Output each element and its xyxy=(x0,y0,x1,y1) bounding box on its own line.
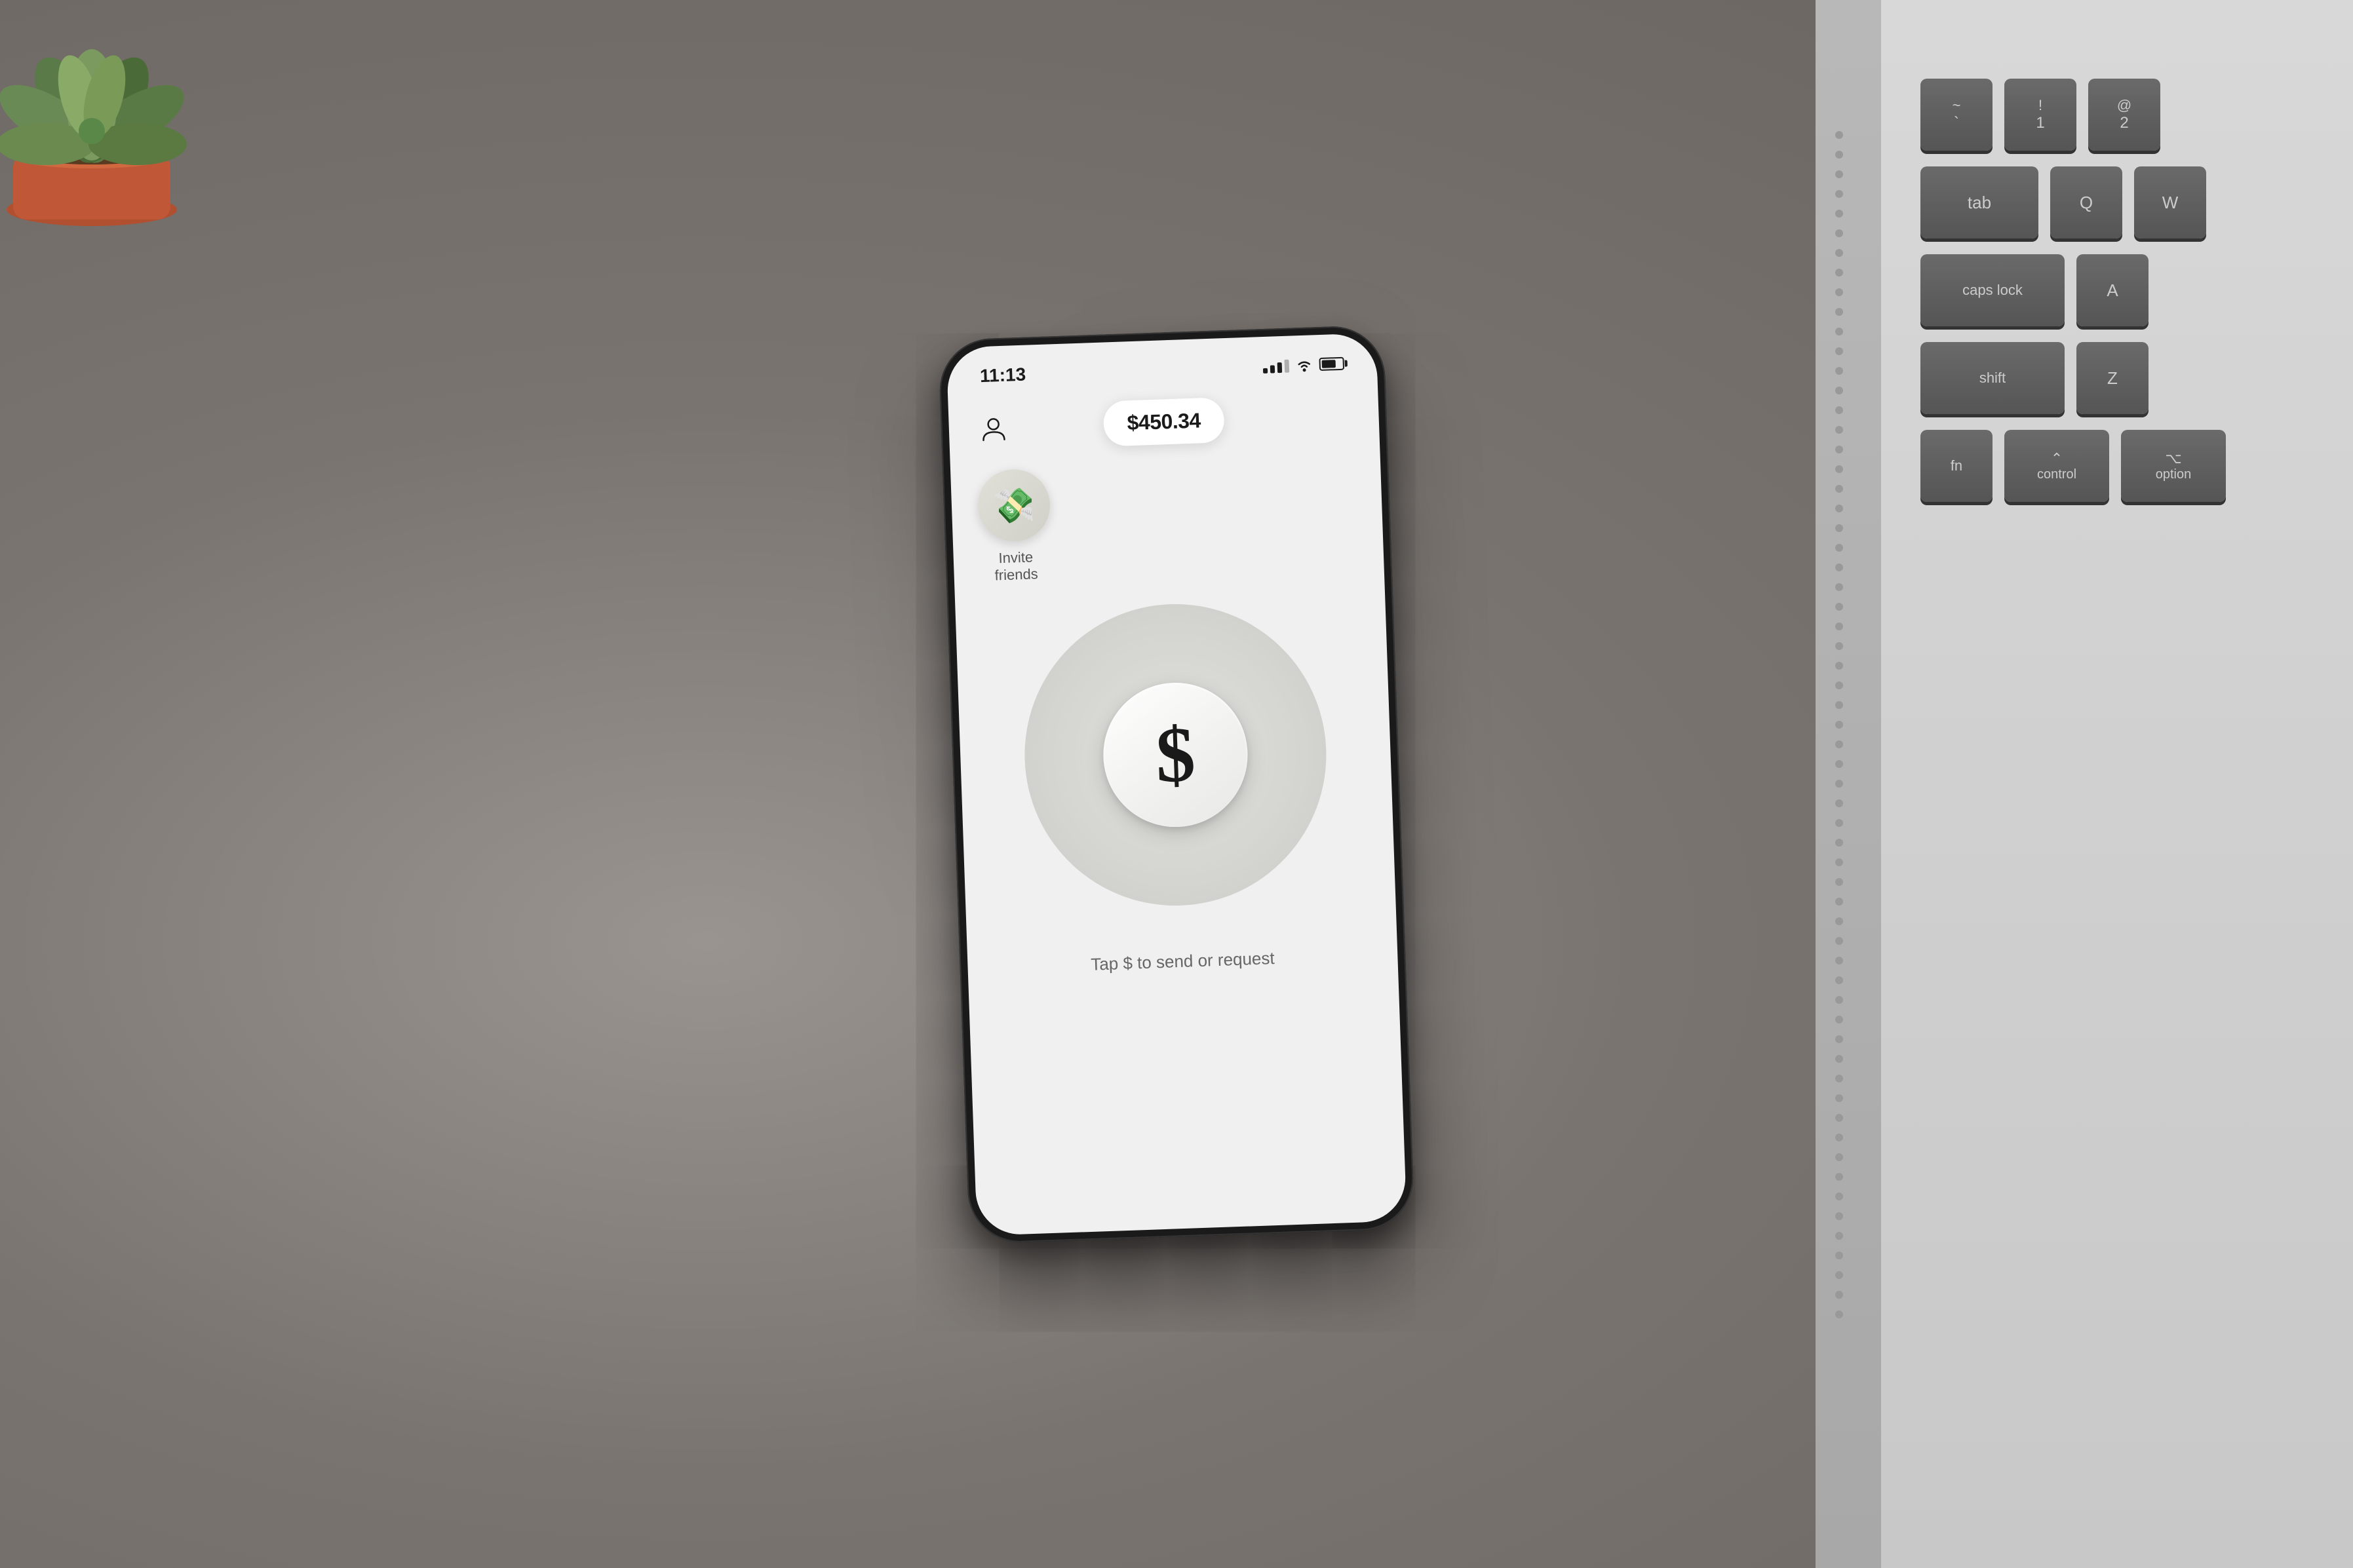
key-1[interactable]: ! 1 xyxy=(2004,79,2076,151)
key-fn[interactable]: fn xyxy=(1920,430,1993,502)
balance-amount: $450.34 xyxy=(1127,408,1201,434)
plant-decoration xyxy=(0,0,275,236)
dollar-button[interactable]: $ xyxy=(1101,680,1251,830)
laptop: ~ ` ! 1 @ 2 tab Q W xyxy=(1816,0,2353,1568)
phone-screen: 11:13 xyxy=(946,332,1407,1235)
key-z[interactable]: Z xyxy=(2076,342,2149,414)
keyboard-row-3: caps lock A xyxy=(1920,254,2314,326)
status-time: 11:13 xyxy=(980,364,1026,386)
wifi-icon xyxy=(1295,357,1313,372)
keyboard-row-5: fn ⌃ control ⌥ option xyxy=(1920,430,2314,502)
key-q[interactable]: Q xyxy=(2050,166,2122,239)
keyboard-row-2: tab Q W xyxy=(1920,166,2314,239)
invite-avatar[interactable]: 💸 xyxy=(977,468,1051,543)
dollar-symbol: $ xyxy=(1154,715,1196,795)
key-backtick[interactable]: ~ ` xyxy=(1920,79,1993,151)
key-capslock[interactable]: caps lock xyxy=(1920,254,2065,326)
signal-bar-2 xyxy=(1270,365,1275,373)
outer-circle: $ xyxy=(1020,599,1332,911)
header-spacer xyxy=(1316,415,1353,416)
signal-bar-3 xyxy=(1277,362,1283,373)
signal-icon xyxy=(1262,358,1289,373)
balance-display[interactable]: $450.34 xyxy=(1102,397,1224,446)
invite-emoji: 💸 xyxy=(992,484,1036,526)
option-key-label: option xyxy=(2156,467,2192,482)
main-content: $ Tap $ to send or request xyxy=(955,583,1399,1018)
key-tab[interactable]: tab xyxy=(1920,166,2038,239)
signal-bar-1 xyxy=(1263,368,1268,373)
key-w[interactable]: W xyxy=(2134,166,2206,239)
key-a[interactable]: A xyxy=(2076,254,2149,326)
signal-bar-4 xyxy=(1284,359,1289,372)
key-control[interactable]: ⌃ control xyxy=(2004,430,2109,502)
status-icons xyxy=(1262,356,1344,373)
invite-section: 💸 Invite friends xyxy=(950,443,1384,598)
phone: 11:13 xyxy=(938,324,1415,1244)
keyboard-row-1: ~ ` ! 1 @ 2 xyxy=(1920,79,2314,151)
profile-icon xyxy=(979,413,1009,443)
key-2[interactable]: @ 2 xyxy=(2088,79,2160,151)
battery-icon xyxy=(1319,356,1344,370)
key-shift[interactable]: shift xyxy=(1920,342,2065,414)
key-option[interactable]: ⌥ option xyxy=(2121,430,2226,502)
battery-fill xyxy=(1322,360,1336,368)
profile-button[interactable] xyxy=(975,408,1013,446)
phone-body: 11:13 xyxy=(938,324,1415,1244)
invite-label: Invite friends xyxy=(979,548,1053,584)
keyboard-row-4: shift Z xyxy=(1920,342,2314,414)
tap-instruction: Tap $ to send or request xyxy=(1091,947,1275,974)
